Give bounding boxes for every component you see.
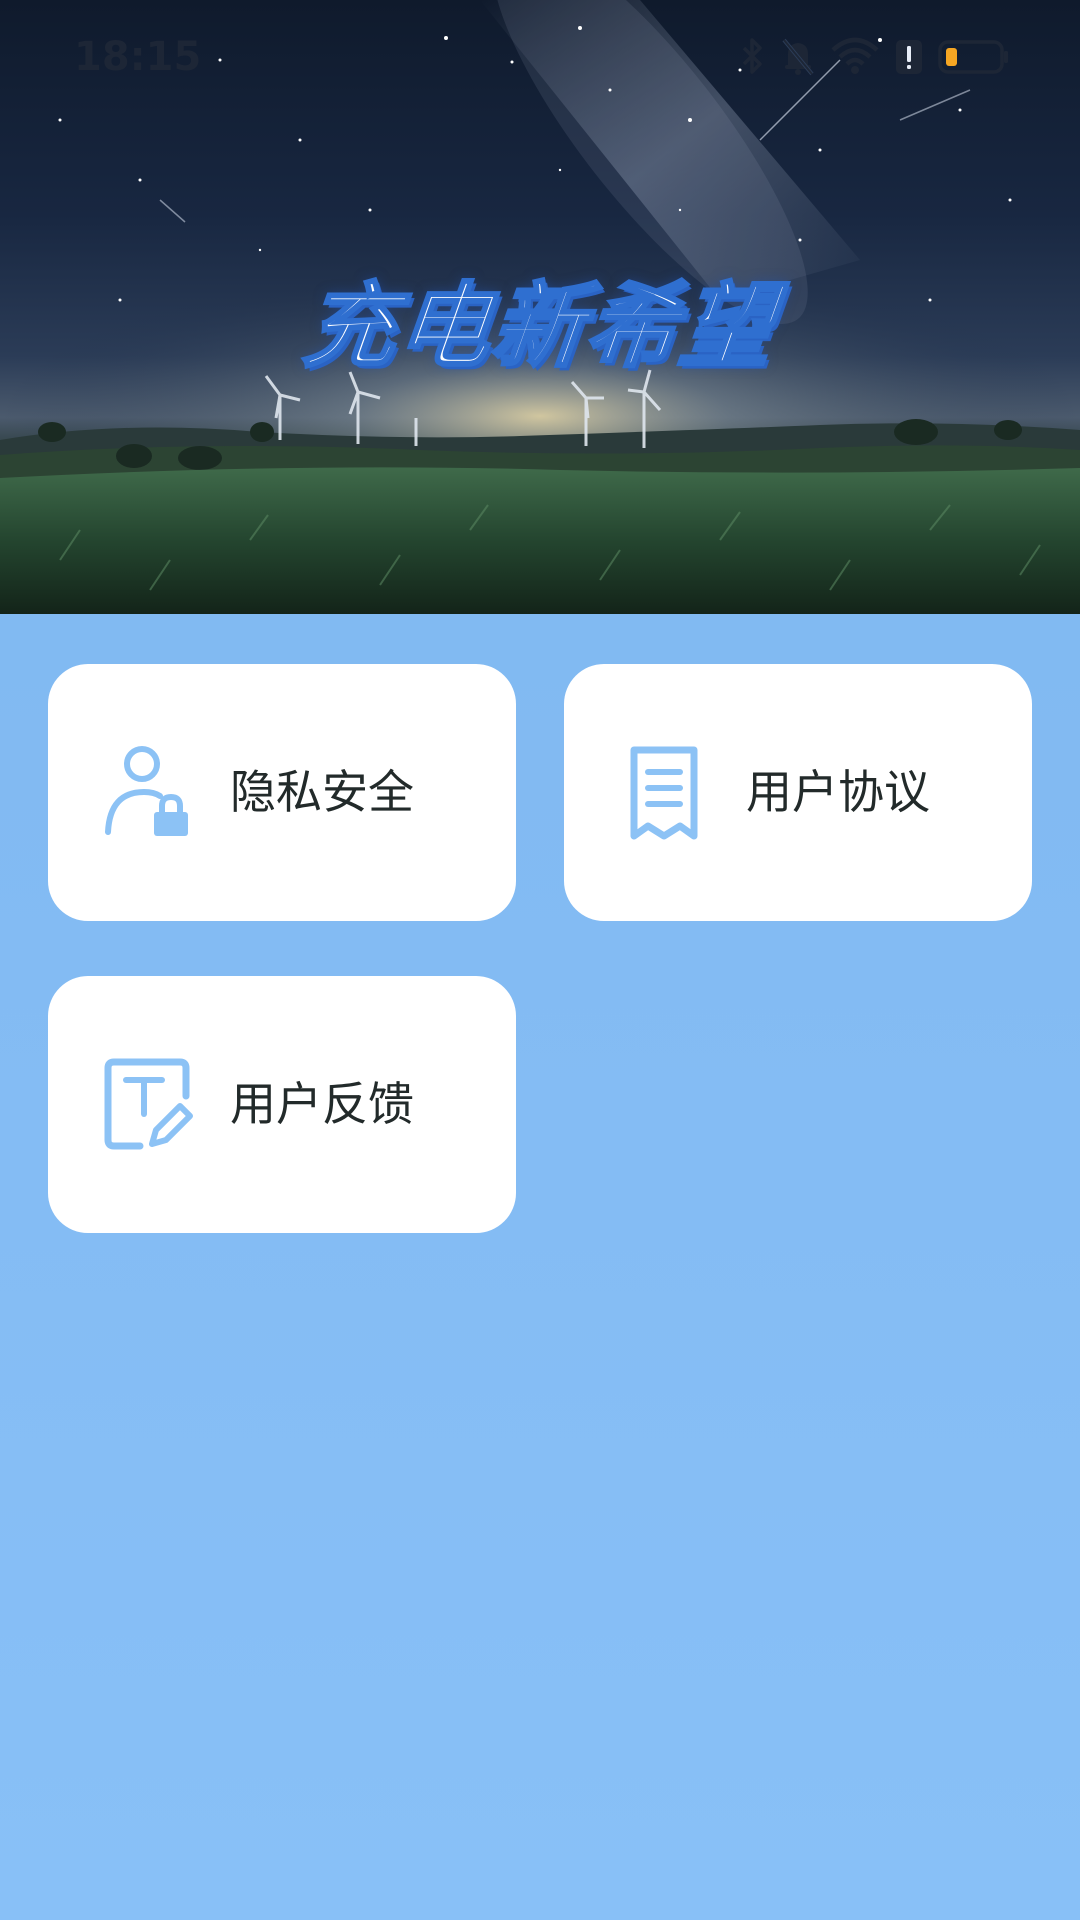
menu-card-user-agreement[interactable]: 用户协议 — [564, 664, 1032, 921]
menu-card-user-feedback[interactable]: 用户反馈 — [48, 976, 516, 1233]
text-edit-icon — [100, 1056, 196, 1152]
menu-card-label: 隐私安全 — [230, 765, 414, 819]
menu-card-label: 用户协议 — [746, 765, 930, 819]
bluetooth-icon — [740, 36, 766, 76]
document-receipt-icon — [616, 744, 712, 840]
status-bar: 18:15 — [0, 0, 1080, 110]
user-lock-icon — [100, 744, 196, 840]
battery-low-icon — [938, 36, 1010, 76]
wifi-icon — [830, 36, 880, 76]
alert-sim-icon — [894, 36, 924, 76]
status-icons — [740, 34, 1010, 78]
menu-card-privacy-security[interactable]: 隐私安全 — [48, 664, 516, 921]
status-time: 18:15 — [74, 34, 202, 80]
mute-bell-icon — [780, 36, 816, 76]
menu-card-label: 用户反馈 — [230, 1077, 414, 1131]
banner-title: 充电新希望 — [297, 272, 781, 382]
